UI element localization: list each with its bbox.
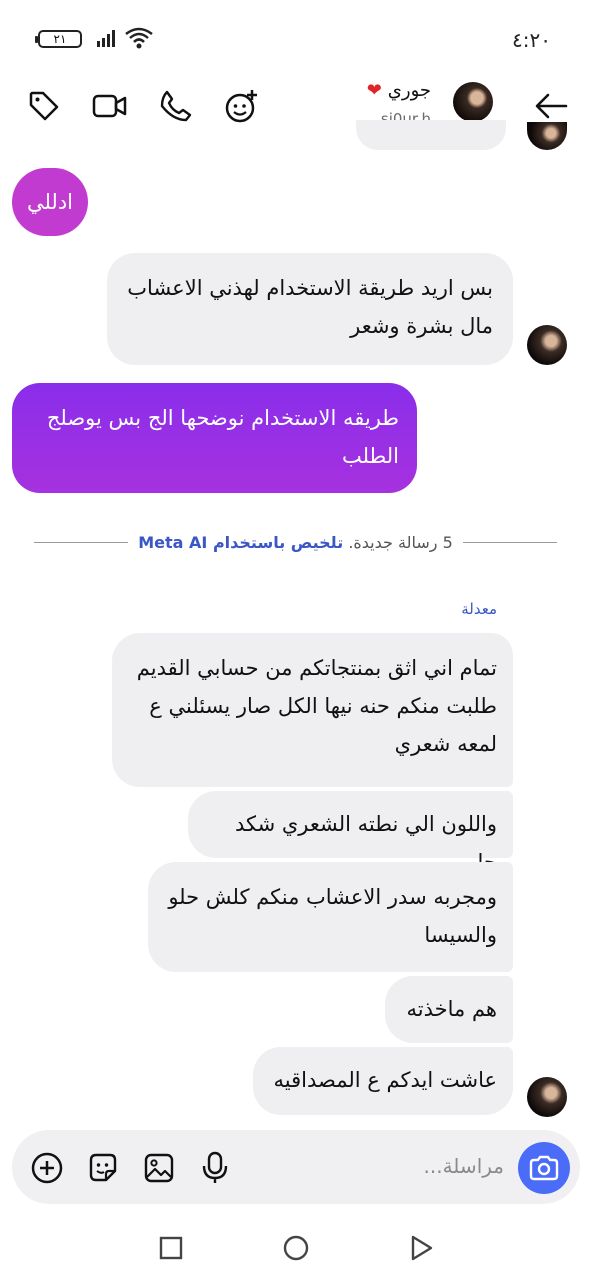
- sender-avatar: [527, 122, 567, 150]
- add-effect-icon[interactable]: [222, 86, 262, 126]
- message-bubble-incoming[interactable]: بس اريد طريقة الاستخدام لهذني الاعشاب ما…: [107, 253, 513, 365]
- message-bubble-incoming[interactable]: هم ماخذته: [385, 976, 513, 1043]
- video-call-icon[interactable]: [90, 86, 130, 126]
- microphone-icon[interactable]: [198, 1151, 232, 1185]
- new-messages-divider: 5 رسالة جديدة. تلخيص باستخدام Meta AI: [34, 530, 557, 554]
- contact-name-row[interactable]: جوري ❤: [367, 80, 431, 101]
- battery-level: ٢١: [53, 32, 67, 46]
- message-bubble-outgoing[interactable]: طريقه الاستخدام نوضحها الج بس يوصلج الطل…: [12, 383, 417, 493]
- message-line: هم ماخذته: [406, 997, 497, 1021]
- divider-line: [462, 541, 557, 543]
- home-icon[interactable]: [282, 1234, 310, 1262]
- message-list[interactable]: ادللي بس اريد طريقة الاستخدام لهذني الاع…: [0, 120, 591, 1120]
- recents-icon[interactable]: [157, 1234, 185, 1262]
- contact-name: جوري: [387, 80, 431, 101]
- tag-icon[interactable]: [24, 86, 64, 126]
- message-bubble-incoming[interactable]: تمام اني اثق بمنتجاتكم من حسابي القديم ط…: [112, 633, 513, 787]
- phone-icon[interactable]: [156, 86, 196, 126]
- status-bar: ٢١ ٤:٢٠: [0, 0, 591, 70]
- new-message-count: 5 رسالة جديدة.: [348, 532, 453, 552]
- message-line: والسيسا: [424, 923, 497, 947]
- summarize-meta-ai-link[interactable]: تلخيص باستخدام Meta AI: [138, 533, 343, 552]
- gallery-icon[interactable]: [142, 1151, 176, 1185]
- system-nav-bar: [0, 1228, 591, 1268]
- message-bubble-incoming[interactable]: ومجربه سدر الاعشاب منكم كلش حلو والسيسا: [148, 862, 513, 972]
- message-bubble-outgoing[interactable]: ادللي: [12, 168, 88, 236]
- clock: ٤:٢٠: [512, 28, 551, 52]
- message-bubble-incoming[interactable]: عاشت ايدكم ع المصداقيه: [253, 1047, 513, 1115]
- back-nav-icon[interactable]: [407, 1234, 435, 1262]
- wifi-icon: [125, 27, 153, 49]
- previous-message-bubble: [356, 120, 506, 150]
- message-line: مال بشرة وشعر: [350, 314, 493, 338]
- back-arrow-icon[interactable]: [531, 86, 571, 126]
- signal-icon: [97, 30, 115, 47]
- message-line: بس اريد طريقة الاستخدام لهذني الاعشاب: [127, 276, 493, 300]
- heart-emoji: ❤: [366, 80, 382, 101]
- message-line: طلبت منكم حنه نيها الكل صار يسئلني ع: [149, 694, 497, 718]
- camera-icon: [529, 1155, 559, 1181]
- sender-avatar[interactable]: [527, 325, 567, 365]
- divider-line: [34, 541, 129, 543]
- sticker-icon[interactable]: [86, 1151, 120, 1185]
- add-plus-icon[interactable]: [30, 1151, 64, 1185]
- message-line: الطلب: [341, 444, 399, 468]
- contact-avatar[interactable]: [453, 82, 493, 122]
- message-input[interactable]: مراسلة...: [424, 1154, 504, 1178]
- sender-avatar[interactable]: [527, 1077, 567, 1117]
- message-line: تمام اني اثق بمنتجاتكم من حسابي القديم: [136, 656, 497, 680]
- message-line: ومجربه سدر الاعشاب منكم كلش حلو: [168, 885, 497, 909]
- message-line: عاشت ايدكم ع المصداقيه: [273, 1068, 497, 1092]
- message-text: ادللي: [26, 190, 74, 214]
- battery-indicator: ٢١: [35, 30, 82, 48]
- edited-label: معدلة: [461, 600, 497, 618]
- divider-text: 5 رسالة جديدة. تلخيص باستخدام Meta AI: [128, 533, 463, 552]
- message-composer: مراسلة...: [12, 1130, 580, 1204]
- message-bubble-incoming[interactable]: واللون الي نطته الشعري شكد حلو: [188, 791, 513, 874]
- message-line: لمعه شعري: [394, 732, 497, 756]
- camera-button[interactable]: [518, 1142, 570, 1194]
- message-line: طريقه الاستخدام نوضحها الج بس يوصلج: [46, 406, 399, 430]
